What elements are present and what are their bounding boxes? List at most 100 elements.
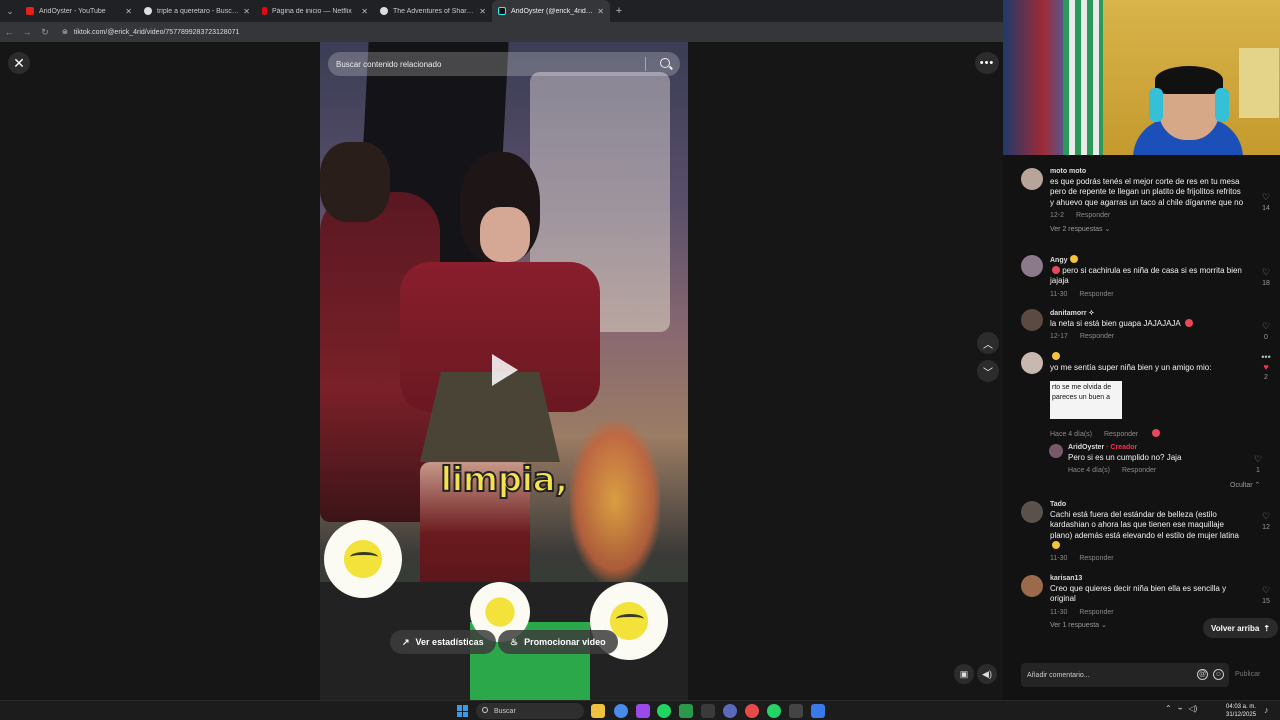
address-bar: ← → ↻ ⊜ tiktok.com/@erick_4rid/video/757…: [0, 22, 1003, 42]
tab-close-icon[interactable]: ✕: [361, 7, 368, 16]
url-field[interactable]: ⊜ tiktok.com/@erick_4rid/video/757789928…: [62, 28, 239, 37]
tab-close-icon[interactable]: ✕: [243, 7, 250, 16]
taskbar-clock[interactable]: 04:03 a. m. 31/12/2025: [1226, 703, 1256, 719]
like-button[interactable]: ♡ 18: [1257, 267, 1275, 287]
comment-meta: Hace 4 día(s) Responder: [1050, 429, 1245, 438]
volume-button[interactable]: ◀): [977, 664, 997, 684]
like-button[interactable]: ♡ 14: [1257, 192, 1275, 212]
view-replies-button[interactable]: Ver 2 respuestas ⌄: [1050, 225, 1245, 233]
related-search-bar[interactable]: Buscar contenido relacionado: [328, 52, 680, 76]
back-arrow-icon[interactable]: ←: [0, 27, 18, 37]
next-video-button[interactable]: ﹀: [977, 360, 999, 382]
hide-replies-button[interactable]: Ocultar ⌃: [1230, 481, 1260, 489]
avatar[interactable]: [1021, 168, 1043, 190]
comment-username[interactable]: karisan13: [1050, 575, 1245, 582]
chrome-icon[interactable]: [614, 704, 628, 718]
publish-button[interactable]: Publicar: [1235, 671, 1260, 678]
more-options-button[interactable]: •••: [975, 52, 999, 74]
back-to-top-button[interactable]: Volver arriba ⇡: [1203, 618, 1279, 638]
tab-close-icon[interactable]: ✕: [479, 7, 486, 16]
reply-button[interactable]: Responder: [1122, 467, 1156, 474]
forward-arrow-icon[interactable]: →: [18, 27, 36, 37]
app-icon[interactable]: [745, 704, 759, 718]
webcam-poster: [1239, 48, 1279, 118]
avatar[interactable]: [1021, 309, 1043, 331]
comment-username-row[interactable]: Angy: [1050, 255, 1245, 264]
app-icon[interactable]: [723, 704, 737, 718]
avatar[interactable]: [1021, 255, 1043, 277]
like-button[interactable]: ♡ 0: [1257, 321, 1275, 341]
like-count: 12: [1262, 524, 1270, 531]
reply-button[interactable]: Responder: [1079, 555, 1113, 562]
like-button[interactable]: ♥ 2: [1257, 362, 1275, 381]
whatsapp-icon[interactable]: [767, 704, 781, 718]
avatar[interactable]: [1021, 501, 1043, 523]
chevron-up-icon[interactable]: ⌃: [1165, 704, 1172, 713]
view-replies-label: Ver 2 respuestas: [1050, 225, 1103, 233]
comment-input[interactable]: Añadir comentario... @ ☺: [1021, 663, 1229, 687]
comment-text: Creo que quieres decir niña bien ella es…: [1050, 584, 1227, 604]
app-icon[interactable]: [789, 704, 803, 718]
tab-search-menu-icon[interactable]: ⌄: [0, 0, 20, 22]
tab-title: The Adventures of Sharkboy and Lavagirl: [393, 7, 475, 15]
excel-icon[interactable]: [679, 704, 693, 718]
like-button[interactable]: ♡ 1: [1249, 454, 1267, 474]
browser-tab[interactable]: AridOyster - YouTube ✕: [20, 0, 138, 22]
avatar[interactable]: [1021, 352, 1043, 374]
app-icon[interactable]: [636, 704, 650, 718]
reload-icon[interactable]: ↻: [36, 27, 54, 38]
network-icon[interactable]: ⌁: [1178, 704, 1183, 713]
app-icon[interactable]: [811, 704, 825, 718]
volume-icon[interactable]: ◁): [1189, 704, 1198, 713]
like-button[interactable]: ♡ 12: [1257, 511, 1275, 531]
reply-button[interactable]: Responder: [1076, 212, 1110, 219]
comment-username[interactable]: Tado: [1050, 501, 1245, 508]
reply-button[interactable]: Responder: [1080, 333, 1114, 340]
file-explorer-icon[interactable]: [591, 704, 605, 718]
browser-tab[interactable]: Página de inicio — Netflix ✕: [256, 0, 374, 22]
site-info-icon[interactable]: ⊜: [62, 28, 68, 36]
system-tray[interactable]: ⌃ ⌁ ◁): [1165, 704, 1197, 713]
comment-image[interactable]: rto se me olvida de pareces un buen a: [1050, 381, 1122, 420]
like-button[interactable]: ♡ 15: [1257, 585, 1275, 605]
comment-username-row[interactable]: [1050, 352, 1245, 361]
promote-video-button[interactable]: ♨ Promocionar video: [498, 630, 618, 654]
emoji-icon[interactable]: ☺: [1213, 669, 1224, 680]
creator-badge: · Creador: [1106, 444, 1138, 451]
avatar[interactable]: [1049, 444, 1063, 458]
comment-more-icon[interactable]: •••: [1257, 352, 1275, 362]
play-icon[interactable]: [492, 354, 518, 386]
heart-icon: ♡: [1261, 321, 1271, 331]
mention-icon[interactable]: @: [1197, 669, 1208, 680]
comment-username-row[interactable]: danitamorr ✧: [1050, 309, 1245, 317]
previous-video-button[interactable]: ︿: [977, 332, 999, 354]
headphones-right: [1215, 88, 1229, 122]
comment-username-row[interactable]: AridOyster · Creador: [1068, 444, 1263, 451]
picture-in-picture-button[interactable]: ▣: [954, 664, 974, 684]
browser-tab-active[interactable]: AridOyster (@erick_4rid) | TikTok ✕: [492, 0, 610, 22]
video-player[interactable]: Buscar contenido relacionado limpia, ↗ V…: [320, 42, 688, 700]
reply-button[interactable]: Responder: [1079, 291, 1113, 298]
spotify-icon[interactable]: [657, 704, 671, 718]
windows-start-icon[interactable]: [457, 705, 469, 717]
browser-tab[interactable]: The Adventures of Sharkboy and Lavagirl …: [374, 0, 492, 22]
close-video-button[interactable]: ✕: [8, 52, 30, 74]
view-stats-button[interactable]: ↗ Ver estadísticas: [390, 630, 496, 654]
taskbar-search[interactable]: Buscar: [476, 703, 584, 719]
comment-date: 11-30: [1050, 608, 1068, 616]
search-icon[interactable]: [660, 58, 670, 68]
reply-button[interactable]: Responder: [1079, 609, 1113, 616]
comment-text: pero si cachirula es niña de casa si es …: [1050, 266, 1242, 286]
browser-tab[interactable]: triple a queretaro - Buscar con Google ✕: [138, 0, 256, 22]
avatar[interactable]: [1021, 575, 1043, 597]
tab-close-icon[interactable]: ✕: [125, 7, 132, 16]
reply-button[interactable]: Responder: [1104, 431, 1138, 438]
comment-username[interactable]: moto moto: [1050, 168, 1245, 175]
like-count: 2: [1264, 374, 1268, 381]
store-icon[interactable]: [701, 704, 715, 718]
comment-body: yo me sentía super niña bien y un amigo …: [1050, 352, 1245, 438]
notification-bell-icon[interactable]: ♪: [1264, 705, 1269, 715]
tab-close-icon[interactable]: ✕: [597, 7, 604, 16]
chevron-down-icon: ⌄: [1100, 621, 1107, 629]
new-tab-plus-icon[interactable]: +: [610, 5, 628, 17]
